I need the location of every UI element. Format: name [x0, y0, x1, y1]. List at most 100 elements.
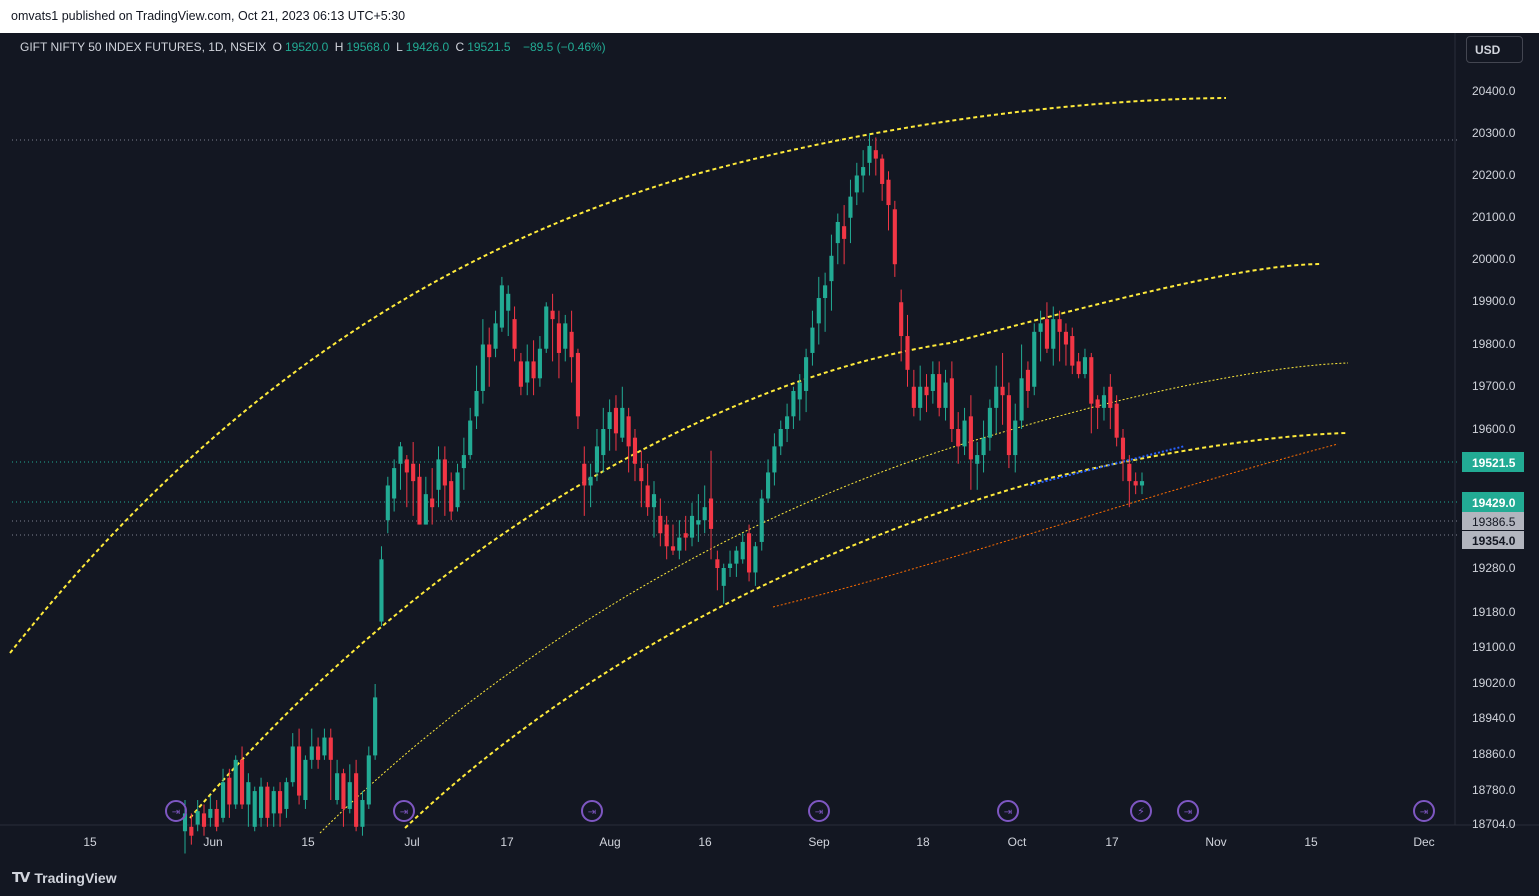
candle-body [265, 786, 270, 818]
candle-body [379, 559, 384, 622]
candle-body [1095, 399, 1100, 408]
symbol-title: GIFT NIFTY 50 INDEX FUTURES, 1D, NSEIX [20, 40, 267, 54]
candle-body [385, 485, 390, 521]
candle-body [937, 374, 942, 408]
y-tick-label: 19180.0 [1472, 605, 1516, 619]
candle-body [607, 412, 612, 429]
svg-text:⇥: ⇥ [172, 807, 180, 818]
y-tick-label: 20000.0 [1472, 252, 1516, 266]
candle-body [328, 737, 333, 760]
candle-body [905, 336, 910, 370]
candle-body [322, 737, 327, 756]
x-tick-label: Jul [404, 835, 419, 849]
change-value: −89.5 (−0.46%) [522, 40, 606, 54]
candle-body [924, 386, 929, 396]
price-tags: 19521.5 19429.0 19386.5 19354.0 [1462, 452, 1524, 549]
x-tick-label: Nov [1205, 835, 1226, 849]
candle-body [810, 327, 815, 353]
x-tick-label: 15 [301, 835, 315, 849]
candle-body [816, 298, 821, 324]
candle-body [474, 390, 479, 417]
y-tick-label: 19700.0 [1472, 379, 1516, 393]
candle-body [360, 800, 365, 827]
svg-text:⚡: ⚡ [1137, 805, 1145, 818]
svg-text:⇥: ⇥ [1004, 807, 1012, 818]
price-tag-last-label: 19521.5 [1472, 456, 1516, 470]
publish-header: omvats1 published on TradingView.com, Oc… [0, 0, 1539, 33]
candle-body [1082, 357, 1088, 375]
candle-body [189, 826, 194, 836]
x-tick-label: Dec [1413, 835, 1434, 849]
candle-body [632, 437, 638, 464]
candle-body [239, 759, 245, 805]
candle-body [854, 175, 859, 193]
x-tick-label: Oct [1008, 835, 1027, 849]
candle-body [949, 378, 954, 429]
y-tick-label: 19800.0 [1472, 337, 1516, 351]
candle-body [480, 344, 485, 391]
candle-body [525, 361, 530, 383]
publish-info: omvats1 published on TradingView.com, Oc… [11, 9, 406, 23]
candle-body [246, 782, 251, 805]
candle-body [550, 310, 555, 320]
candle-body [271, 791, 276, 814]
candle-body [670, 546, 676, 551]
candle-body [911, 386, 916, 408]
footer-bar [0, 863, 1539, 896]
y-tick-label: 18940.0 [1472, 711, 1516, 725]
candle-body [683, 533, 688, 538]
candle-body [785, 416, 790, 429]
svg-text:⇥: ⇥ [1420, 807, 1428, 818]
symbol-legend[interactable]: GIFT NIFTY 50 INDEX FUTURES, 1D, NSEIX O… [20, 40, 609, 54]
candle-body [455, 472, 460, 508]
candle-body [1000, 386, 1005, 396]
tradingview-logo-text: TradingView [34, 869, 117, 886]
candle-body [341, 773, 346, 809]
candle-body [563, 323, 568, 349]
candle-body [594, 446, 600, 473]
candle-body [398, 446, 403, 464]
candle-body [1044, 319, 1049, 349]
candle-body [297, 746, 302, 796]
candle-body [797, 382, 802, 400]
y-tick-label: 19600.0 [1472, 422, 1516, 436]
candle-body [899, 302, 904, 337]
tradingview-logo[interactable]: 𝗧𝗩 TradingView [12, 869, 117, 886]
currency-button[interactable]: USD [1466, 36, 1523, 63]
candle-body [601, 429, 606, 456]
candle-body [956, 429, 961, 447]
candle-body [1070, 336, 1075, 366]
candle-body [689, 515, 695, 538]
candle-body [442, 459, 447, 486]
x-tick-label: 15 [83, 835, 97, 849]
candle-body [499, 285, 504, 328]
candle-body [233, 759, 238, 805]
x-tick-label: Jun [203, 835, 222, 849]
candle-body [664, 524, 669, 547]
candle-body [823, 285, 828, 299]
candle-body [651, 494, 657, 508]
chart-canvas[interactable]: ⇥ ⇥ ⇥ ⇥ ⇥ ⚡ ⇥ ⇥ 20400.0 20300.0 20200.0 … [0, 33, 1539, 863]
candle-body [766, 472, 771, 499]
candle-body [613, 407, 619, 434]
candle-body [493, 323, 498, 349]
candle-body [423, 494, 428, 525]
candle-body [411, 463, 416, 482]
candle-body [531, 361, 536, 379]
candle-body [778, 429, 783, 447]
candle-body [290, 746, 295, 783]
x-tick-label: 18 [916, 835, 930, 849]
candle-body [284, 782, 289, 809]
price-tag-low-label: 19429.0 [1472, 496, 1516, 510]
y-tick-label: 20200.0 [1472, 168, 1516, 182]
y-tick-label: 20400.0 [1472, 84, 1516, 98]
candle-body [1006, 395, 1011, 456]
y-tick-label: 18860.0 [1472, 747, 1516, 761]
candle-body [544, 306, 549, 349]
candle-body [354, 773, 359, 827]
y-tick-label: 20300.0 [1472, 126, 1516, 140]
candle-body [537, 348, 542, 379]
candle-body [1089, 357, 1094, 404]
candle-body [1076, 361, 1081, 375]
candle-body [1101, 395, 1107, 408]
